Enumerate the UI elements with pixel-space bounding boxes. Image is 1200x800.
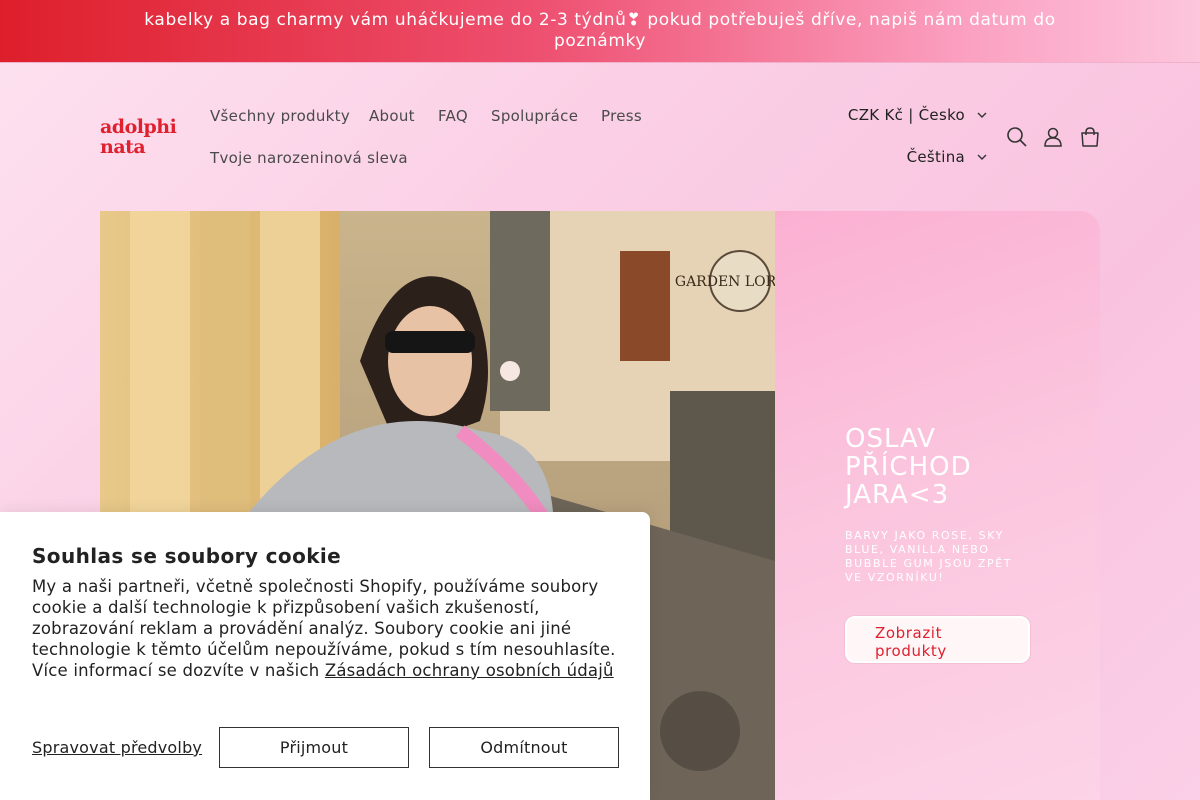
cookie-body: My a naši partneři, včetně společnosti S… — [32, 576, 622, 681]
decline-button[interactable]: Odmítnout — [429, 727, 619, 768]
accept-button[interactable]: Přijmout — [219, 727, 409, 768]
hero-title: OSLAV PŘÍCHOD JARA<3 — [845, 424, 972, 510]
nav-faq[interactable]: FAQ — [438, 107, 468, 125]
site-header: adolphi nata Všechny produkty About FAQ … — [0, 63, 1200, 211]
nav-birthday-discount[interactable]: Tvoje narozeninová sleva — [210, 149, 408, 167]
currency-selector[interactable]: CZK Kč | Česko — [848, 106, 987, 124]
language-selector[interactable]: Čeština — [907, 148, 987, 166]
cookie-title: Souhlas se soubory cookie — [32, 544, 342, 568]
privacy-policy-link[interactable]: Zásadách ochrany osobních údajů — [325, 661, 614, 680]
cookie-consent-dialog: Souhlas se soubory cookie My a naši part… — [0, 512, 650, 800]
cart-icon[interactable] — [1078, 125, 1102, 149]
account-icon[interactable] — [1041, 125, 1065, 149]
announcement-bar: kabelky a bag charmy vám uháčkujeme do 2… — [0, 0, 1200, 63]
nav-all-products[interactable]: Všechny produkty — [210, 107, 350, 125]
manage-preferences-link[interactable]: Spravovat předvolby — [32, 738, 202, 757]
logo-line-2: nata — [100, 136, 146, 158]
hero-panel: OSLAV PŘÍCHOD JARA<3 BARVY JAKO ROSE, SK… — [775, 211, 1100, 800]
announcement-text: kabelky a bag charmy vám uháčkujeme do 2… — [144, 10, 1056, 51]
nav-cooperation[interactable]: Spolupráce — [491, 107, 578, 125]
chevron-down-icon — [977, 112, 987, 119]
hero-image-sign-text: GARDEN LORETA — [675, 274, 775, 290]
search-icon[interactable] — [1005, 125, 1029, 149]
logo[interactable]: adolphi nata — [100, 116, 177, 158]
logo-line-1: adolphi — [100, 116, 177, 138]
view-products-button[interactable]: Zobrazit produkty — [845, 616, 1030, 663]
currency-label: CZK Kč | Česko — [847, 106, 965, 124]
nav-about[interactable]: About — [369, 107, 415, 125]
nav-press[interactable]: Press — [601, 107, 642, 125]
hero-subtitle: BARVY JAKO ROSE, SKY BLUE, VANILLA NEBO … — [845, 529, 1013, 584]
chevron-down-icon — [977, 154, 987, 161]
language-label: Čeština — [906, 148, 965, 166]
